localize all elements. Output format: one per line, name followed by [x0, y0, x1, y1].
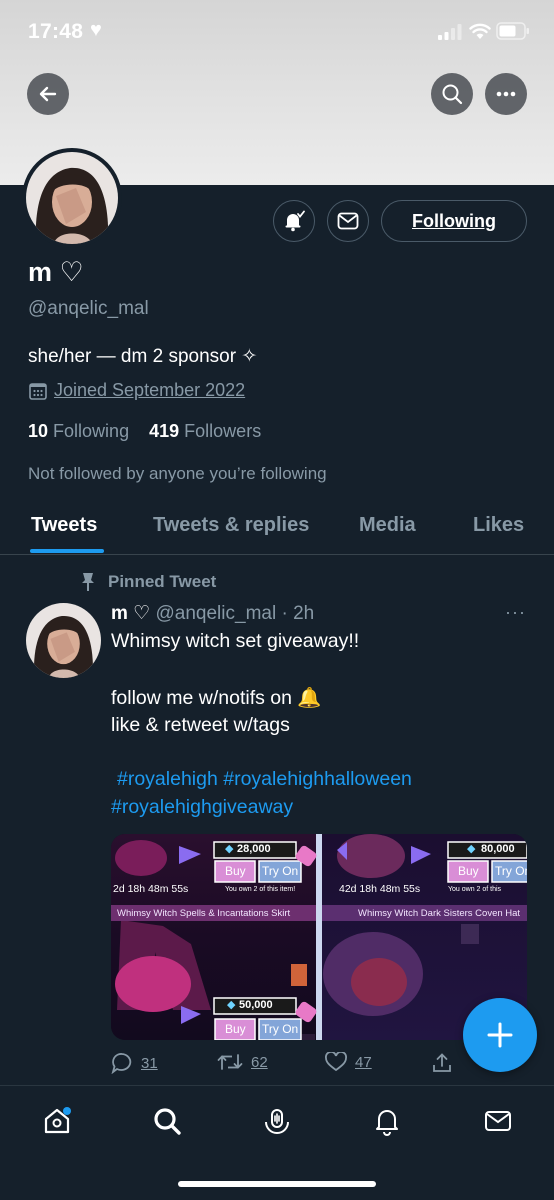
reply-count: 31: [141, 1054, 158, 1072]
followers-count: 419: [149, 421, 180, 441]
search-icon: [442, 84, 463, 105]
retweet-icon: [217, 1054, 243, 1070]
tweet-author-name[interactable]: m ♡: [111, 603, 150, 624]
home-indicator: [178, 1181, 376, 1187]
nav-search[interactable]: [150, 1104, 184, 1138]
notifications-toggle-button[interactable]: [273, 200, 315, 242]
status-time: 17:48: [28, 20, 84, 43]
bell-icon: [376, 1110, 398, 1136]
home-icon: [44, 1107, 71, 1134]
media-try-on-label: Try On: [495, 864, 527, 878]
joined-date: Joined September 2022: [28, 380, 245, 401]
calendar-icon: [29, 382, 47, 400]
tab-tweets[interactable]: Tweets: [31, 514, 97, 537]
envelope-icon: [337, 212, 359, 230]
media-price: 28,000: [237, 843, 271, 855]
media-try-on-label: Try On: [262, 864, 299, 878]
media-price: 50,000: [239, 999, 273, 1011]
nav-notifications[interactable]: [370, 1104, 404, 1138]
pin-icon: [82, 573, 94, 591]
heart-icon: ♥: [90, 19, 102, 41]
share-action[interactable]: [431, 1052, 453, 1074]
avatar-photo: [26, 603, 101, 678]
media-buy-label: Buy: [225, 864, 246, 878]
media-timer: 42d 18h 48m 55s: [339, 883, 421, 895]
media-buy-label: Buy: [458, 864, 479, 878]
following-label: Following: [53, 421, 130, 441]
active-tab-indicator: [30, 549, 104, 553]
nav-home[interactable]: [40, 1104, 74, 1138]
diamond-icon: ◆: [227, 999, 236, 1011]
search-button[interactable]: [431, 73, 473, 115]
avatar-photo: [26, 152, 118, 244]
like-action[interactable]: 47: [325, 1052, 372, 1072]
tweet-more-icon[interactable]: ···: [505, 602, 526, 623]
reply-icon: [111, 1053, 132, 1074]
tweet-header: m ♡ @anqelic_mal · 2h: [111, 602, 314, 625]
plus-icon: [487, 1022, 513, 1048]
tweet-media[interactable]: 28,000 80,000 50,000 ◆ ◆ ◆ Buy Try On Bu…: [111, 834, 527, 1040]
message-button[interactable]: [327, 200, 369, 242]
tab-likes[interactable]: Likes: [473, 514, 524, 537]
follow-stats: 10 Following 419 Followers: [28, 421, 261, 442]
media-item-title: Whimsy Witch Dark Sisters Coven Hat: [358, 908, 521, 919]
search-icon: [154, 1108, 181, 1135]
bell-check-icon: [285, 210, 305, 232]
diamond-icon: ◆: [467, 843, 476, 855]
retweet-action[interactable]: 62: [217, 1052, 268, 1072]
profile-bio: she/her — dm 2 sponsor ✧: [28, 346, 258, 367]
media-price: 80,000: [481, 843, 515, 855]
status-bar: 17:48 ♥: [0, 0, 554, 64]
tweet-hashtags[interactable]: #royalehighgiveaway: [111, 796, 293, 819]
pinned-label: Pinned Tweet: [80, 572, 216, 592]
media-owned-note: You own 2 of this: [448, 886, 502, 893]
media-timer: 2d 18h 48m 55s: [113, 883, 189, 895]
tweet-text-line: follow me w/notifs on 🔔: [111, 687, 322, 709]
more-icon: [496, 91, 516, 97]
back-button[interactable]: [27, 73, 69, 115]
heart-outline-icon: [325, 1052, 347, 1072]
compose-tweet-button[interactable]: [463, 998, 537, 1072]
following-count: 10: [28, 421, 49, 441]
media-try-on-label: Try On: [262, 1022, 299, 1036]
media-owned-note: You own 2 of this item!: [225, 886, 296, 893]
signal-icon: [438, 24, 462, 40]
like-count: 47: [355, 1053, 372, 1071]
nav-spaces[interactable]: [260, 1104, 294, 1138]
profile-avatar[interactable]: [22, 148, 122, 248]
followed-by-note: Not followed by anyone you’re following: [28, 464, 327, 483]
followers-label: Followers: [184, 421, 262, 441]
followers-stat[interactable]: 419 Followers: [149, 421, 261, 441]
retweet-count: 62: [251, 1053, 268, 1071]
tweet-text-line: like & retweet w/tags: [111, 714, 290, 736]
tweet-handle-time: @anqelic_mal · 2h: [155, 603, 315, 624]
nav-messages[interactable]: [481, 1104, 515, 1138]
following-stat[interactable]: 10 Following: [28, 421, 129, 441]
more-button[interactable]: [485, 73, 527, 115]
diamond-icon: ◆: [225, 843, 234, 855]
share-icon: [433, 1053, 451, 1072]
profile-tabs: Tweets Tweets & replies Media Likes: [0, 500, 554, 555]
tab-media[interactable]: Media: [359, 514, 416, 537]
joined-text: Joined September 2022: [54, 380, 246, 400]
tweet-actions: 31 62 47: [111, 1052, 511, 1080]
envelope-icon: [485, 1111, 511, 1131]
tab-tweets-replies[interactable]: Tweets & replies: [153, 514, 309, 537]
pinned-text: Pinned Tweet: [108, 572, 217, 591]
media-item-title: Whimsy Witch Spells & Incantations Skirt: [117, 908, 291, 919]
battery-icon: [496, 22, 529, 40]
back-arrow-icon: [39, 86, 57, 102]
tweet-text-line: Whimsy witch set giveaway!!: [111, 630, 360, 652]
reply-action[interactable]: 31: [111, 1052, 158, 1074]
display-name: m ♡: [28, 257, 84, 287]
following-button[interactable]: Following: [381, 200, 527, 242]
profile-handle: @anqelic_mal: [28, 298, 149, 319]
wifi-icon: [469, 23, 491, 39]
tweet-avatar[interactable]: [26, 603, 101, 678]
microphone-icon: [265, 1109, 289, 1134]
tweet-hashtags[interactable]: #royalehigh #royalehighhalloween: [117, 768, 412, 791]
media-buy-label: Buy: [225, 1022, 246, 1036]
